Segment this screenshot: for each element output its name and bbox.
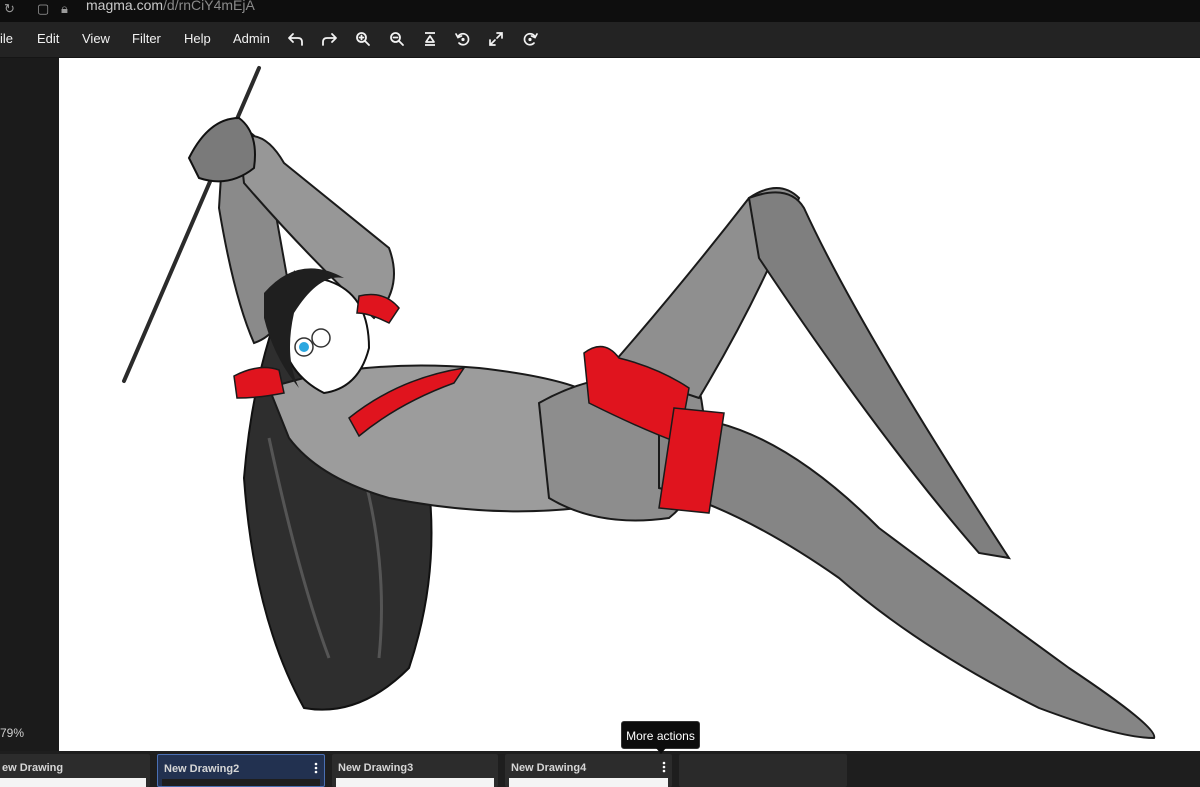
tab-new-drawing3[interactable]: New Drawing3 <box>332 754 498 787</box>
more-actions-icon[interactable] <box>662 761 666 773</box>
page-info-icon[interactable]: ▢ <box>37 2 49 16</box>
url-text[interactable]: magma.com/d/rnCiY4mEjA <box>86 0 255 14</box>
zoom-out-icon[interactable] <box>388 30 406 48</box>
tab-new-drawing4[interactable]: New Drawing4 <box>505 754 672 787</box>
fit-icon[interactable] <box>421 30 439 48</box>
tab-new-drawing-add[interactable] <box>679 754 847 787</box>
left-panel <box>0 58 59 751</box>
rotate-left-icon[interactable] <box>454 30 472 48</box>
zoom-in-icon[interactable] <box>354 30 372 48</box>
more-actions-tooltip: More actions <box>621 721 700 754</box>
tab-title: New Drawing4 <box>511 762 587 774</box>
tab-thumbnail <box>0 778 146 787</box>
menu-file[interactable]: ile <box>0 31 13 47</box>
tab-new-drawing2[interactable]: New Drawing2 <box>157 754 325 787</box>
rotate-right-icon[interactable] <box>521 30 539 48</box>
menu-view[interactable]: View <box>82 31 110 47</box>
menu-admin[interactable]: Admin <box>233 31 270 47</box>
menu-help[interactable]: Help <box>184 31 211 47</box>
tab-title: New Drawing2 <box>164 763 240 775</box>
url-path: /d/rnCiY4mEjA <box>163 0 255 13</box>
menu-filter[interactable]: Filter <box>132 31 161 47</box>
redo-icon[interactable] <box>320 30 338 48</box>
tab-new-drawing[interactable]: ew Drawing <box>0 754 150 787</box>
tab-title: ew Drawing <box>2 762 64 774</box>
undo-icon[interactable] <box>287 30 305 48</box>
menu-bar: ile Edit View Filter Help Admin <box>0 22 1200 58</box>
more-actions-icon[interactable] <box>314 762 318 774</box>
fullscreen-icon[interactable] <box>487 30 505 48</box>
drawing-tabs: ew Drawing New Drawing2 New Drawing3 New… <box>0 751 1200 787</box>
zoom-level: 79% <box>0 726 25 740</box>
reload-icon[interactable]: ↻ <box>4 2 15 16</box>
drawing-canvas[interactable] <box>59 58 1200 751</box>
sketch-artwork <box>122 66 1156 740</box>
tab-thumbnail <box>509 778 668 787</box>
url-host: magma.com <box>86 0 164 13</box>
tab-thumbnail <box>162 779 320 786</box>
lock-icon[interactable]: 🔒︎ <box>61 2 68 16</box>
address-bar: ↻ ▢ 🔒︎ magma.com/d/rnCiY4mEjA <box>0 0 1200 22</box>
tab-thumbnail <box>336 778 494 787</box>
menu-edit[interactable]: Edit <box>37 31 59 47</box>
tab-title: New Drawing3 <box>338 762 414 774</box>
